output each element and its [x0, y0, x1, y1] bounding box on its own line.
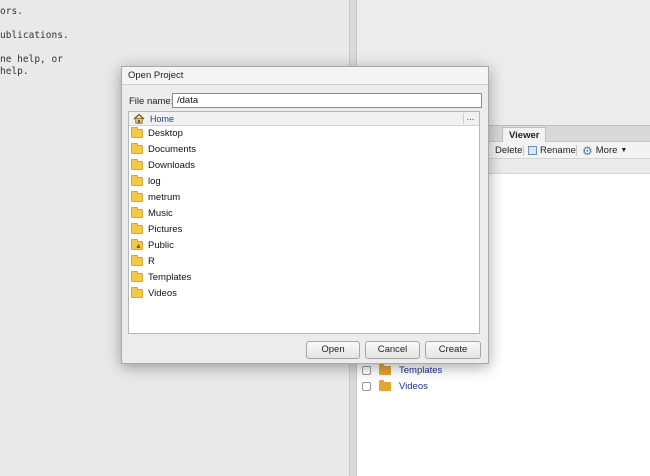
console-line: ne help, or	[0, 54, 63, 65]
public-folder-icon: ▲	[131, 238, 143, 250]
dialog-title: Open Project	[122, 67, 488, 85]
delete-button[interactable]: Delete	[495, 144, 522, 157]
cancel-button[interactable]: Cancel	[365, 341, 420, 359]
folder-icon	[131, 286, 143, 298]
more-label: More	[595, 145, 618, 156]
list-item-label: Pictures	[148, 223, 183, 235]
list-item[interactable]: Music	[131, 206, 471, 220]
file-row[interactable]: Templates	[362, 363, 442, 377]
open-project-dialog: Open Project File name: Home ... Desktop…	[121, 66, 489, 364]
folder-icon	[131, 158, 143, 170]
list-item-label: Documents	[148, 143, 197, 155]
folder-icon	[131, 206, 143, 218]
file-name-label: File name:	[129, 96, 174, 107]
list-item-label: Templates	[148, 271, 192, 283]
toolbar-divider	[523, 145, 524, 156]
file-name-input[interactable]	[172, 93, 482, 108]
open-button[interactable]: Open	[306, 341, 360, 359]
video-folder-icon	[379, 379, 391, 391]
list-item[interactable]: Desktop	[131, 126, 471, 140]
folder-icon	[131, 142, 143, 154]
folder-icon	[131, 126, 143, 138]
create-button[interactable]: Create	[425, 341, 481, 359]
home-icon[interactable]	[133, 113, 145, 124]
list-item-label: Public	[148, 239, 174, 251]
breadcrumb: Home ...	[129, 112, 479, 126]
toolbar-divider	[576, 145, 577, 156]
list-item[interactable]: metrum	[131, 190, 471, 204]
rename-button[interactable]: Rename	[528, 144, 576, 157]
list-item-label: log	[148, 175, 161, 187]
row-checkbox[interactable]	[362, 365, 371, 375]
list-item-label: Videos	[148, 287, 177, 299]
list-item[interactable]: log	[131, 174, 471, 188]
breadcrumb-home[interactable]: Home	[150, 113, 174, 125]
list-item[interactable]: Documents	[131, 142, 471, 156]
list-item[interactable]: Videos	[131, 286, 471, 300]
more-button[interactable]: ⚙ More ▼	[582, 144, 627, 157]
list-item-label: Desktop	[148, 127, 183, 139]
folder-icon	[131, 222, 143, 234]
chevron-down-icon: ▼	[620, 147, 628, 154]
folder-icon	[131, 190, 143, 202]
list-item-label: R	[148, 255, 155, 267]
list-item[interactable]: R	[131, 254, 471, 268]
list-item[interactable]: ▲ Public	[131, 238, 471, 252]
list-item-label: Music	[148, 207, 173, 219]
gear-icon: ⚙	[582, 143, 593, 158]
folder-icon	[379, 363, 391, 375]
file-link[interactable]: Templates	[399, 365, 442, 376]
file-browser: Home ... Desktop Documents Downloads log…	[128, 111, 480, 334]
list-item[interactable]: Pictures	[131, 222, 471, 236]
console-line: ublications.	[0, 30, 69, 41]
list-item-label: Downloads	[148, 159, 195, 171]
rename-label: Rename	[540, 145, 576, 156]
rename-icon	[528, 146, 537, 155]
tab-viewer[interactable]: Viewer	[502, 127, 547, 143]
folder-icon	[131, 174, 143, 186]
folder-icon	[131, 254, 143, 266]
file-link[interactable]: Videos	[399, 381, 428, 392]
folder-icon	[131, 270, 143, 282]
console-line: help.	[0, 66, 29, 77]
row-checkbox[interactable]	[362, 381, 371, 391]
delete-label: Delete	[495, 145, 523, 156]
list-item[interactable]: Templates	[131, 270, 471, 284]
file-row[interactable]: Videos	[362, 379, 428, 393]
console-line: ors.	[0, 6, 23, 17]
breadcrumb-more-button[interactable]: ...	[463, 113, 477, 124]
list-item[interactable]: Downloads	[131, 158, 471, 172]
list-item-label: metrum	[148, 191, 181, 203]
